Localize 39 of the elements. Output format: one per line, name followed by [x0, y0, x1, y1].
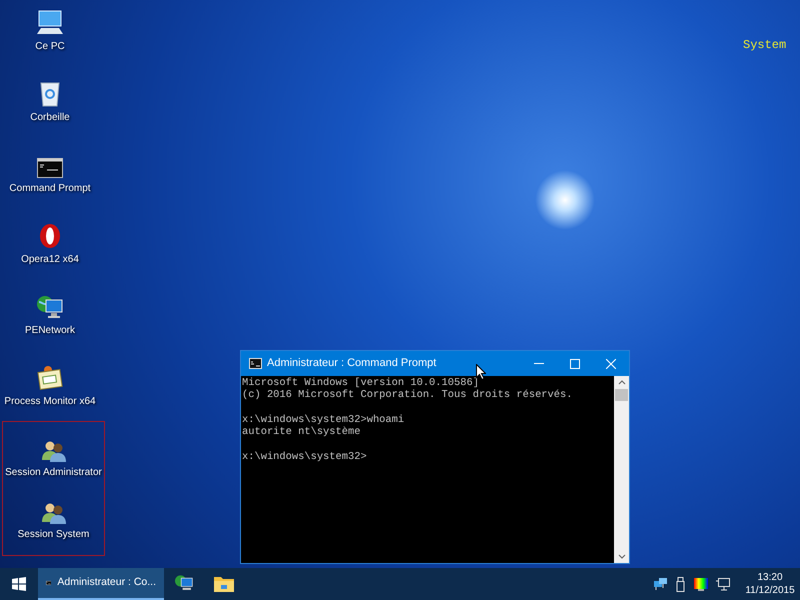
console-line: x:\windows\system32>whoami — [242, 414, 404, 426]
scrollbar[interactable] — [614, 376, 629, 563]
overlay-label: System — [743, 37, 786, 54]
console-line: x:\windows\system32> — [242, 450, 367, 464]
window-title: Administrateur : Command Prompt — [267, 356, 438, 372]
console-icon — [249, 358, 262, 369]
windows-logo-icon — [12, 577, 26, 591]
clock-time[interactable]: 13:20 — [757, 571, 783, 584]
console-line: (c) 2016 Microsoft Corporation. Tous droits réservés. — [242, 389, 572, 402]
color-display-icon[interactable] — [694, 578, 708, 590]
globe-monitor-icon — [174, 574, 194, 592]
desktop-icon-label[interactable]: Ce PC — [35, 39, 65, 54]
desktop-icon-label[interactable]: Opera12 x64 — [21, 252, 79, 267]
network-computers-icon[interactable] — [654, 577, 668, 591]
taskbar-button[interactable]: Administrateur : Co... — [38, 568, 164, 600]
minimize-icon — [534, 363, 544, 364]
desktop-icon-label[interactable]: Corbeille — [30, 110, 70, 125]
globe-monitor-icon — [36, 294, 64, 320]
computer-icon — [35, 10, 65, 36]
maximize-icon — [570, 358, 580, 368]
desktop-icon-label[interactable]: Session Administrator — [5, 465, 102, 480]
scrollbar-thumb[interactable] — [615, 389, 628, 401]
clock-date[interactable]: 11/12/2015 — [745, 584, 795, 597]
window-chart-icon — [36, 365, 64, 391]
desktop-icon-label[interactable]: PENetwork — [24, 323, 75, 338]
desktop-icon-label[interactable]: Process Monitor x64 — [4, 394, 96, 409]
usb-drive-icon[interactable] — [676, 576, 686, 592]
users-icon — [40, 502, 66, 524]
close-icon — [606, 358, 616, 368]
mouse-pointer-icon — [476, 364, 486, 380]
desktop-icon-label[interactable]: Session System — [18, 527, 90, 542]
users-icon — [40, 440, 66, 462]
desktop-icon-label[interactable]: Command Prompt — [9, 181, 91, 196]
letter-o-logo-icon — [38, 223, 62, 249]
network-icon[interactable] — [716, 578, 730, 590]
console-icon — [37, 158, 63, 178]
folder-icon[interactable] — [214, 574, 234, 592]
console-line: autorite nt\système — [242, 426, 360, 438]
console-line: Microsoft Windows [version 10.0.10586] — [242, 377, 479, 390]
